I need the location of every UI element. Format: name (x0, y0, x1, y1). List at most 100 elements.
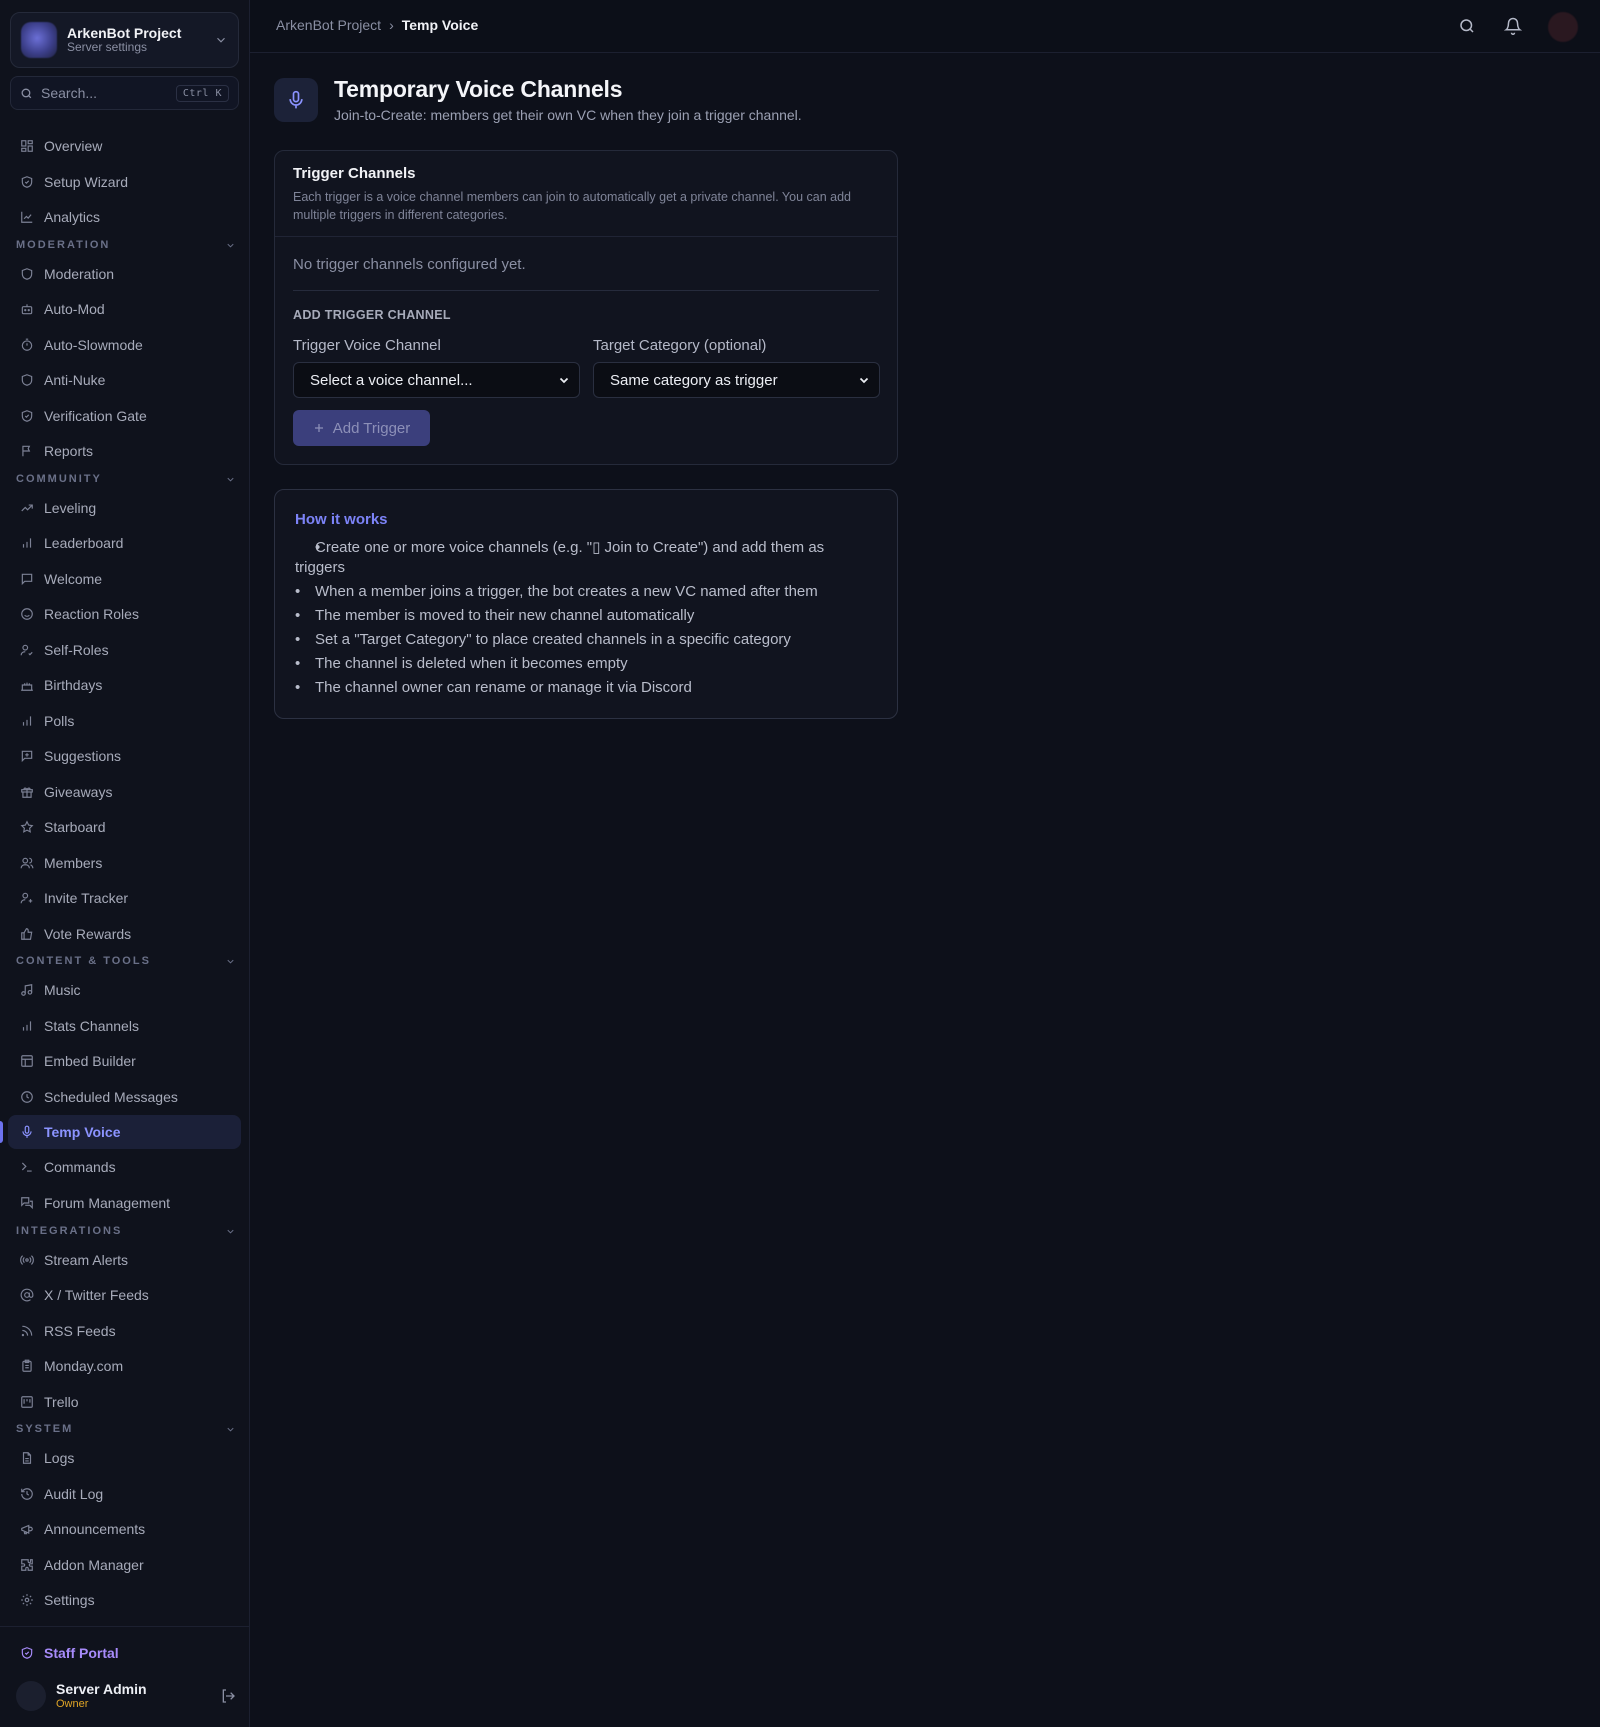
sidebar-item-label: Scheduled Messages (44, 1089, 178, 1105)
sidebar-item-label: Stats Channels (44, 1018, 139, 1034)
gift-icon (21, 787, 33, 798)
chevron-down-icon (227, 243, 234, 248)
section-header-community[interactable]: COMMUNITY (16, 473, 236, 485)
sidebar-item-rss-feeds[interactable]: RSS Feeds (8, 1314, 241, 1348)
bot-icon (21, 304, 33, 315)
sidebar-item-suggestions[interactable]: Suggestions (8, 739, 241, 773)
sidebar-item-label: Moderation (44, 266, 115, 282)
sidebar-item-welcome[interactable]: Welcome (8, 562, 241, 596)
sidebar-item-label: Polls (44, 713, 75, 729)
sidebar-item-birthdays[interactable]: Birthdays (8, 668, 241, 702)
sidebar-item-overview[interactable]: Overview (8, 129, 241, 163)
sidebar-item-commands[interactable]: Commands (8, 1150, 241, 1184)
broadcast-icon (20, 1255, 34, 1265)
sidebar-item-settings[interactable]: Settings (8, 1583, 241, 1617)
sidebar-item-anti-nuke[interactable]: Anti-Nuke (8, 363, 241, 397)
sidebar-item-label: Reports (44, 443, 94, 459)
server-name: ArkenBot Project (67, 25, 182, 42)
breadcrumb: ArkenBot Project › Temp Voice (276, 17, 478, 33)
avatar (16, 1681, 46, 1711)
gear-icon (21, 1594, 33, 1606)
sidebar-item-polls[interactable]: Polls (8, 704, 241, 738)
sidebar-search[interactable]: Search... Ctrl K (10, 76, 239, 110)
sidebar-item-leveling[interactable]: Leveling (8, 491, 241, 525)
sidebar-item-addon-manager[interactable]: Addon Manager (8, 1548, 241, 1582)
clock-icon (21, 1091, 33, 1103)
sidebar-item-label: Temp Voice (44, 1124, 121, 1140)
rss-icon (21, 1325, 33, 1337)
sidebar-item-stream-alerts[interactable]: Stream Alerts (8, 1243, 241, 1277)
sidebar-item-logs[interactable]: Logs (8, 1441, 241, 1475)
section-header-moderation[interactable]: MODERATION (16, 239, 236, 251)
sidebar-item-members[interactable]: Members (8, 846, 241, 880)
chevron-down-icon (227, 959, 234, 964)
section-header-integrations[interactable]: INTEGRATIONS (16, 1225, 236, 1237)
section-title: MODERATION (16, 239, 111, 251)
sidebar-item-label: Invite Tracker (44, 890, 129, 906)
sidebar-item-stats-channels[interactable]: Stats Channels (8, 1009, 241, 1043)
flag-icon (22, 445, 31, 457)
sidebar-item-twitter-feeds[interactable]: X / Twitter Feeds (8, 1278, 241, 1312)
sidebar-item-invite-tracker[interactable]: Invite Tracker (8, 881, 241, 915)
how-it-works-list: Create one or more voice channels (e.g. … (295, 538, 865, 702)
sidebar-item-verification-gate[interactable]: Verification Gate (8, 399, 241, 433)
breadcrumb-separator: › (389, 17, 394, 33)
trigger-channel-select[interactable]: Select a voice channel... (293, 362, 580, 398)
sidebar-item-vote-rewards[interactable]: Vote Rewards (8, 917, 241, 951)
sidebar-item-audit-log[interactable]: Audit Log (8, 1477, 241, 1511)
sidebar-item-label: Setup Wizard (44, 174, 129, 190)
sidebar-item-moderation[interactable]: Moderation (8, 257, 241, 291)
bell-icon[interactable] (1504, 17, 1522, 35)
sidebar-item-auto-mod[interactable]: Auto-Mod (8, 292, 241, 326)
search-icon[interactable] (1458, 17, 1476, 35)
sidebar-item-giveaways[interactable]: Giveaways (8, 775, 241, 809)
user-name: Server Admin (56, 1681, 147, 1697)
sidebar-item-temp-voice[interactable]: Temp Voice (8, 1115, 241, 1149)
sidebar-item-label: Members (44, 855, 103, 871)
sidebar-item-reports[interactable]: Reports (8, 434, 241, 468)
sidebar-item-auto-slowmode[interactable]: Auto-Slowmode (8, 328, 241, 362)
sidebar-item-starboard[interactable]: Starboard (8, 810, 241, 844)
section-header-content-tools[interactable]: CONTENT & TOOLS (16, 955, 236, 967)
sidebar-item-reaction-roles[interactable]: Reaction Roles (8, 597, 241, 631)
sidebar-item-label: Vote Rewards (44, 926, 132, 942)
section-title: INTEGRATIONS (16, 1225, 123, 1237)
logout-icon[interactable] (220, 1688, 236, 1704)
target-category-select[interactable]: Same category as trigger (593, 362, 880, 398)
sidebar-item-analytics[interactable]: Analytics (8, 200, 241, 234)
sidebar-item-label: Verification Gate (44, 408, 147, 424)
sidebar-item-announcements[interactable]: Announcements (8, 1512, 241, 1546)
sidebar-item-label: Auto-Slowmode (44, 337, 143, 353)
list-item: The channel owner can rename or manage i… (295, 678, 865, 698)
sidebar-item-self-roles[interactable]: Self-Roles (8, 633, 241, 667)
thumbs-up-icon (21, 928, 33, 940)
sidebar-item-trello[interactable]: Trello (8, 1385, 241, 1419)
page-title: Temporary Voice Channels (334, 76, 623, 102)
sidebar-item-forum-management[interactable]: Forum Management (8, 1186, 241, 1220)
sidebar-item-label: Settings (44, 1592, 95, 1608)
staff-portal-link[interactable]: Staff Portal (8, 1636, 241, 1670)
chevron-down-icon (217, 37, 225, 43)
puzzle-icon (21, 1559, 33, 1571)
sidebar-item-monday[interactable]: Monday.com (8, 1349, 241, 1383)
server-switcher[interactable]: ArkenBot Project Server settings (10, 12, 239, 68)
sidebar-item-music[interactable]: Music (8, 973, 241, 1007)
sidebar-item-leaderboard[interactable]: Leaderboard (8, 526, 241, 560)
user-role: Owner (56, 1697, 89, 1710)
sidebar-item-scheduled-messages[interactable]: Scheduled Messages (8, 1080, 241, 1114)
search-placeholder: Search... (41, 85, 98, 101)
card-header: Trigger Channels Each trigger is a voice… (275, 151, 897, 237)
plus-icon (314, 424, 323, 432)
card-title: Trigger Channels (293, 165, 416, 182)
megaphone-icon (21, 1524, 33, 1535)
sidebar-item-embed-builder[interactable]: Embed Builder (8, 1044, 241, 1078)
breadcrumb-current: Temp Voice (401, 17, 479, 33)
section-header-system[interactable]: SYSTEM (16, 1423, 236, 1435)
breadcrumb-parent[interactable]: ArkenBot Project (276, 17, 381, 33)
bar-chart-icon (22, 1021, 32, 1031)
sidebar-item-setup-wizard[interactable]: Setup Wizard (8, 165, 241, 199)
music-icon (21, 984, 33, 996)
add-trigger-button[interactable]: Add Trigger (293, 410, 430, 446)
message-plus-icon (21, 750, 33, 763)
user-avatar[interactable] (1548, 12, 1578, 42)
